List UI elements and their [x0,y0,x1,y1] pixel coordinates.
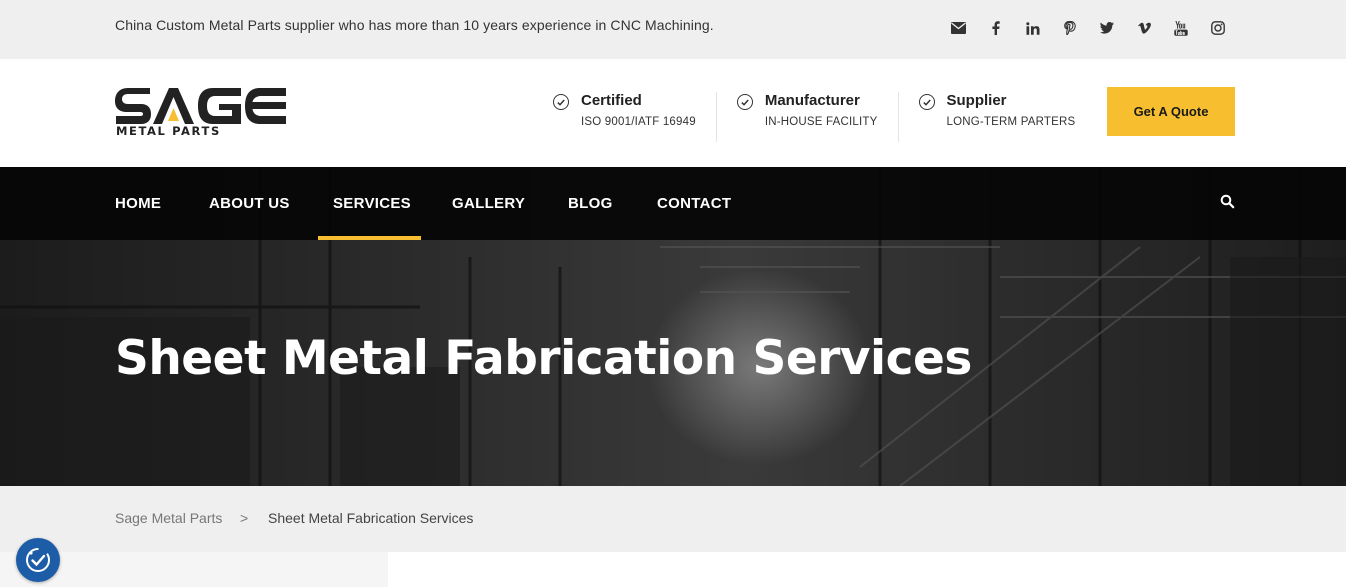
check-circle-icon [553,94,569,110]
logo[interactable]: METAL PARTS [115,88,290,140]
site-header: METAL PARTS Certified ISO 9001/IATF 1694… [0,59,1346,167]
tagline: China Custom Metal Parts supplier who ha… [115,17,714,33]
twitter-icon[interactable] [1088,17,1125,39]
nav-blog[interactable]: BLOG [568,167,613,240]
envelope-icon[interactable] [940,17,977,39]
facebook-icon[interactable] [977,17,1014,39]
nav-gallery[interactable]: GALLERY [452,167,525,240]
nav-contact[interactable]: CONTACT [657,167,731,240]
logo-subtitle: METAL PARTS [116,124,221,138]
pinterest-icon[interactable] [1051,17,1088,39]
breadcrumb: Sage Metal Parts > Sheet Metal Fabricati… [0,486,1346,552]
feature-certified: Certified ISO 9001/IATF 16949 [553,92,717,142]
check-circle-icon [736,94,753,110]
get-a-quote-button[interactable]: Get A Quote [1107,87,1235,136]
linkedin-icon[interactable] [1014,17,1051,39]
breadcrumb-home-link[interactable]: Sage Metal Parts [115,510,222,526]
vimeo-icon[interactable] [1125,17,1162,39]
search-icon[interactable] [1220,194,1238,212]
feature-manufacturer: Manufacturer IN-HOUSE FACILITY [736,92,899,142]
breadcrumb-separator: > [240,510,249,526]
check-circle-icon [918,94,935,110]
hero-banner: HOME ABOUT US SERVICES GALLERY BLOG CONT… [0,167,1346,486]
nav-services[interactable]: SERVICES [333,167,411,240]
accessibility-icon[interactable] [16,538,60,582]
feature-subtitle: IN-HOUSE FACILITY [764,116,878,128]
top-bar: China Custom Metal Parts supplier who ha… [0,0,1346,59]
nav-about-us[interactable]: ABOUT US [209,167,290,240]
feature-title: Manufacturer [764,92,860,109]
main-nav: HOME ABOUT US SERVICES GALLERY BLOG CONT… [0,167,1346,240]
feature-supplier: Supplier LONG-TERM PARTERS [918,92,1096,142]
instagram-icon[interactable] [1199,17,1236,39]
active-nav-indicator [318,236,421,240]
content-area [388,552,1346,587]
breadcrumb-current: Sheet Metal Fabrication Services [268,510,474,526]
page-title: Sheet Metal Fabrication Services [115,331,972,386]
logo-mark [115,88,286,124]
youtube-icon[interactable] [1162,17,1199,39]
social-links [940,17,1236,39]
feature-subtitle: ISO 9001/IATF 16949 [581,116,696,128]
nav-home[interactable]: HOME [115,167,161,240]
feature-subtitle: LONG-TERM PARTERS [946,116,1076,128]
feature-list: Certified ISO 9001/IATF 16949 Manufactur… [553,92,1095,142]
feature-title: Certified [581,92,642,109]
feature-title: Supplier [946,92,1007,109]
